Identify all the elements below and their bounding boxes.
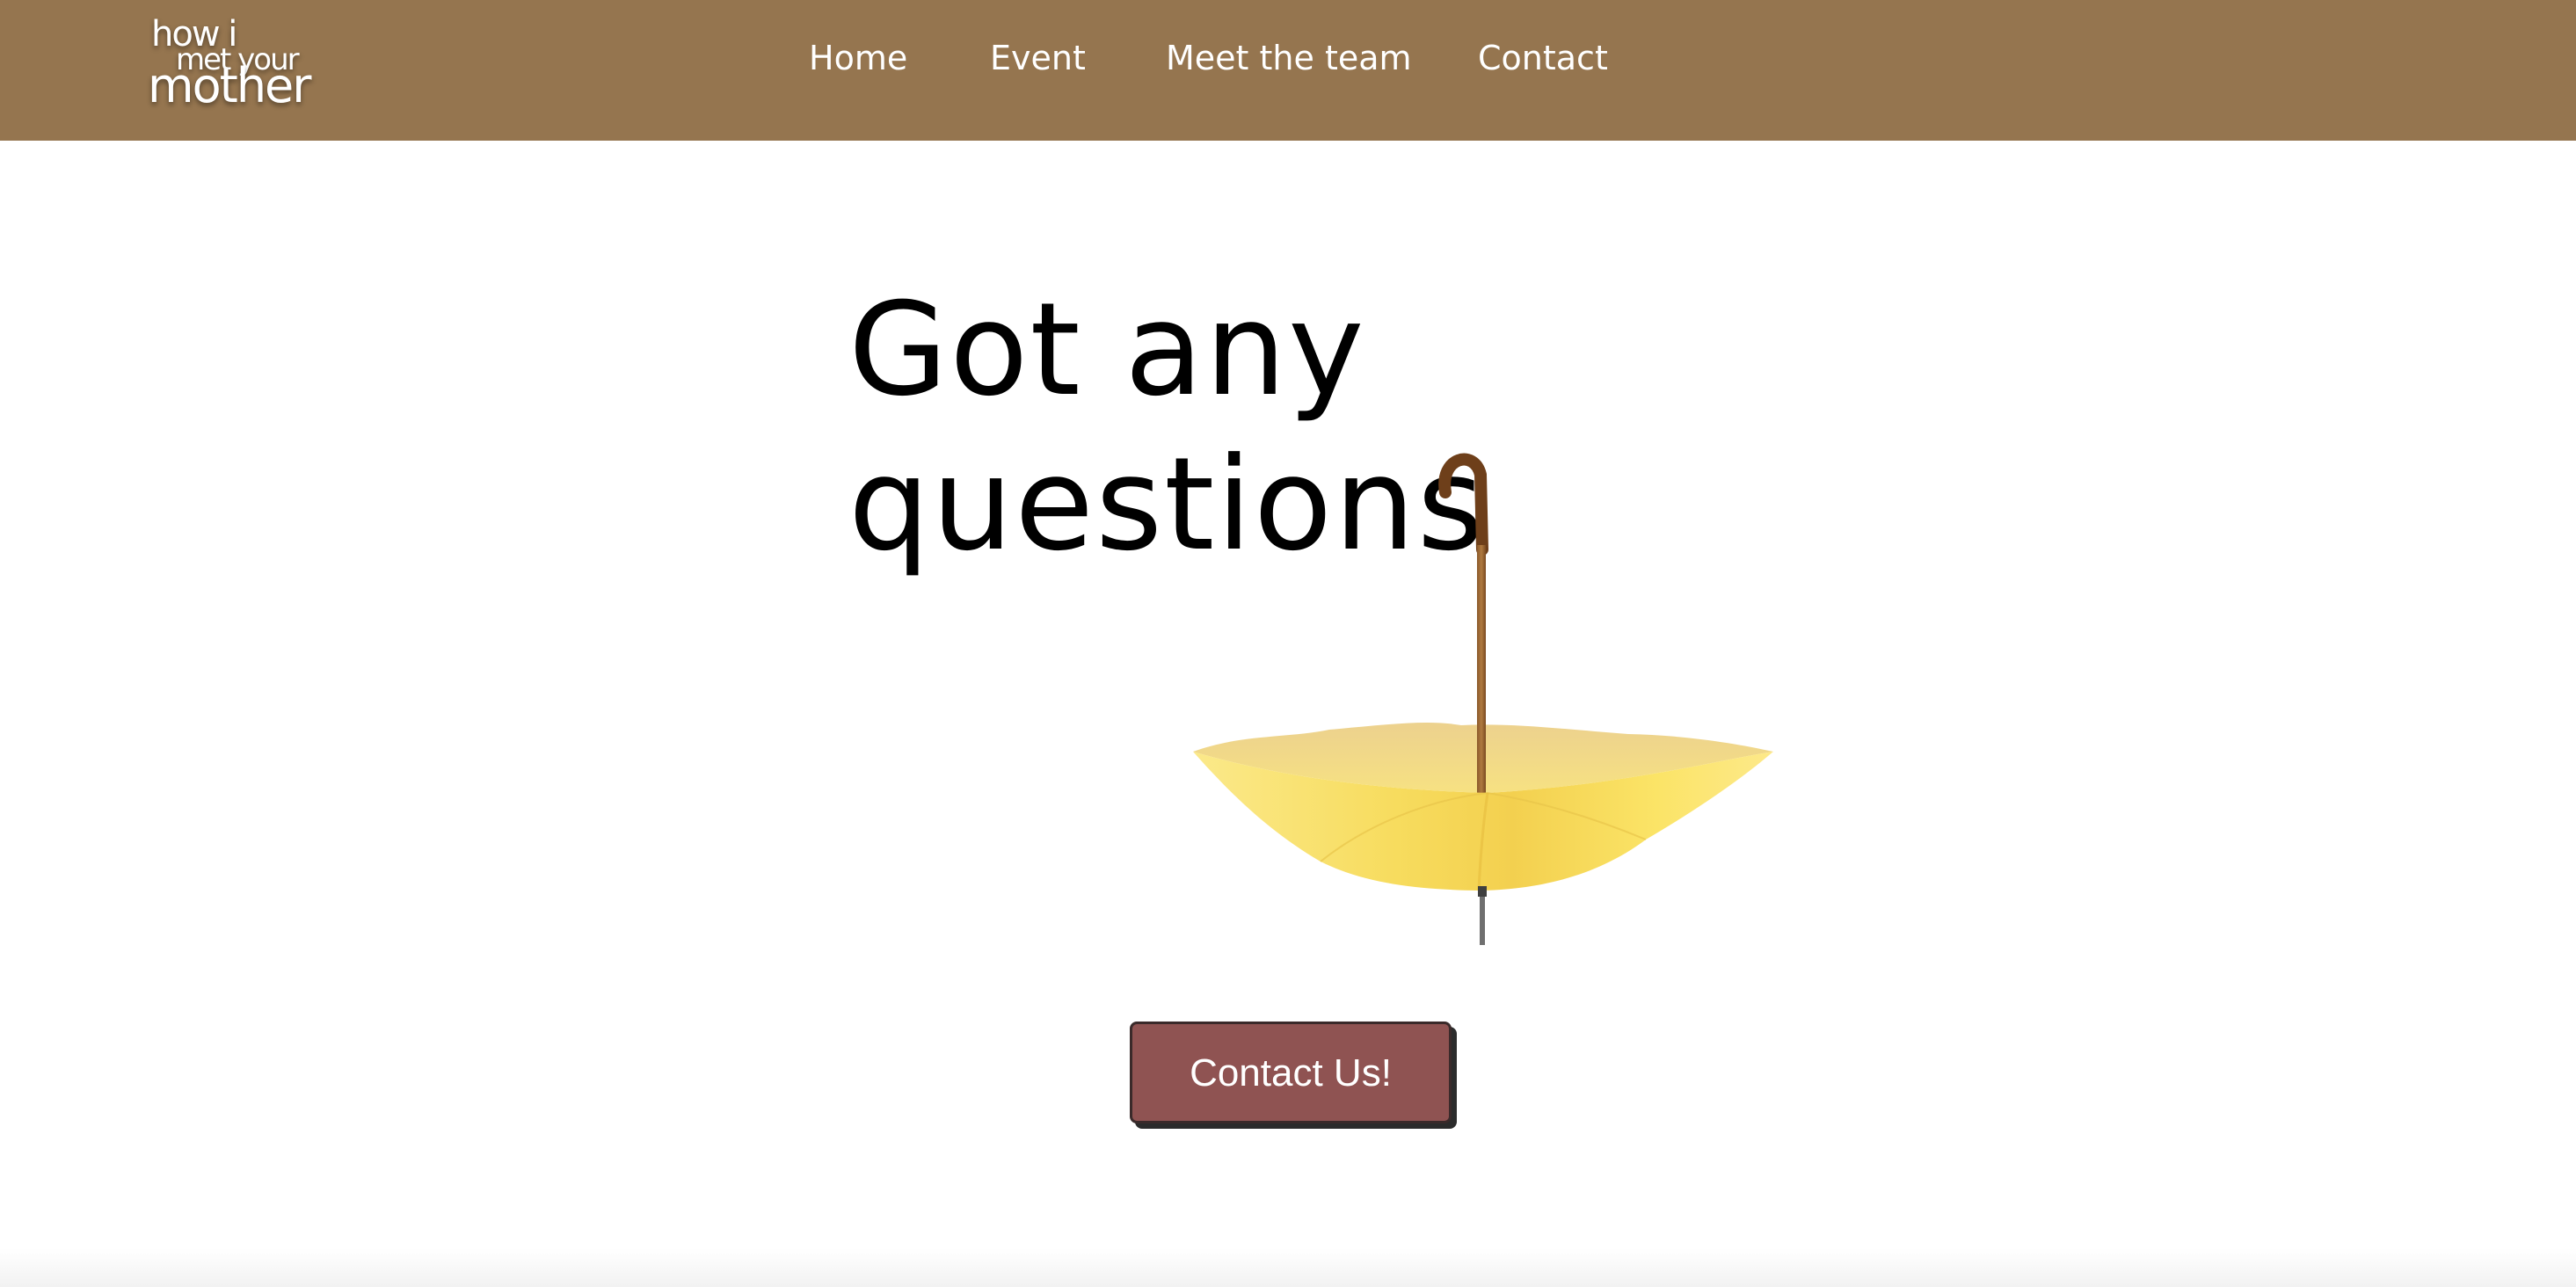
contact-us-button[interactable]: Contact Us! (1130, 1022, 1452, 1123)
nav-link-contact[interactable]: Contact (1478, 35, 1608, 81)
nav-link-home[interactable]: Home (809, 35, 907, 81)
page: how i met your mother Home Event Meet th… (0, 0, 2576, 1287)
yellow-umbrella-icon (1193, 453, 1773, 945)
logo-line-3: mother (148, 58, 311, 113)
nav-link-event[interactable]: Event (990, 35, 1086, 81)
nav-link-meet-the-team[interactable]: Meet the team (1166, 35, 1412, 81)
top-navbar: how i met your mother Home Event Meet th… (0, 0, 2576, 141)
footer-divider (0, 1248, 2576, 1287)
hero-title-line-1: Got any (848, 275, 1366, 425)
site-logo[interactable]: how i met your mother (148, 14, 311, 113)
